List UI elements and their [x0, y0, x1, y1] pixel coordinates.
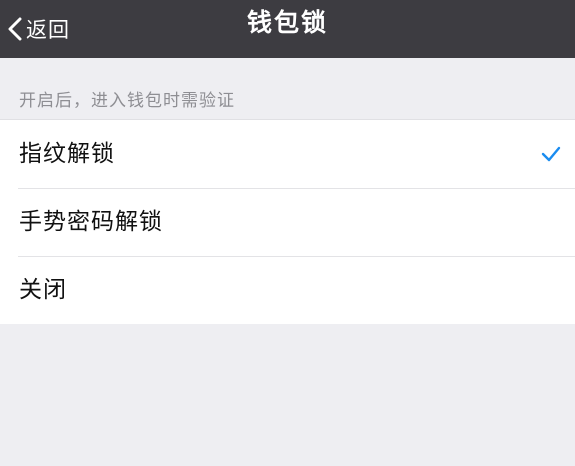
navigation-bar: 返回 钱包锁	[0, 0, 575, 58]
page-title: 钱包锁	[246, 8, 328, 37]
option-label: 指纹解锁	[19, 141, 115, 167]
wallet-lock-screen: 返回 钱包锁 开启后，进入钱包时需验证 指纹解锁 手势密码解锁 关闭	[0, 0, 575, 466]
option-off[interactable]: 关闭	[0, 256, 575, 324]
option-label: 手势密码解锁	[19, 209, 163, 235]
lock-option-list: 指纹解锁 手势密码解锁 关闭	[0, 119, 575, 324]
option-label: 关闭	[19, 277, 67, 303]
section-header: 开启后，进入钱包时需验证	[19, 91, 235, 111]
option-fingerprint-unlock[interactable]: 指纹解锁	[0, 120, 575, 188]
checkmark-icon	[541, 146, 561, 162]
option-gesture-password-unlock[interactable]: 手势密码解锁	[0, 188, 575, 256]
